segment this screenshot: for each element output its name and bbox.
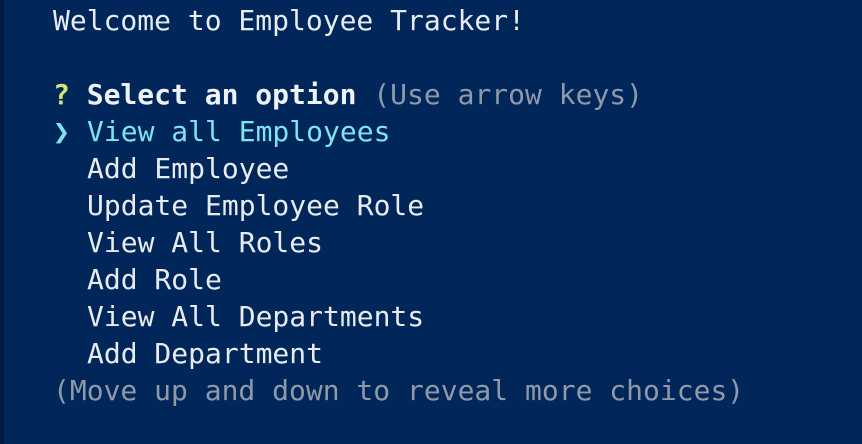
choice-list[interactable]: ❯ View all Employees Add Employee Update …	[53, 113, 862, 372]
choice-view-all-roles[interactable]: View All Roles	[53, 224, 862, 261]
window-edge	[0, 0, 4, 444]
choice-label: View all Employees	[87, 115, 391, 148]
prompt-hint: (Use arrow keys)	[373, 78, 644, 111]
choice-label: Add Employee	[87, 152, 290, 185]
choice-label: View All Departments	[87, 300, 425, 333]
choice-add-department[interactable]: Add Department	[53, 335, 862, 372]
welcome-message: Welcome to Employee Tracker!	[53, 4, 526, 37]
choice-label: Update Employee Role	[87, 189, 425, 222]
choice-update-employee-role[interactable]: Update Employee Role	[53, 187, 862, 224]
choice-label: Add Role	[87, 263, 222, 296]
prompt-line: ? Select an option (Use arrow keys)	[53, 76, 862, 113]
choice-label: Add Department	[87, 337, 324, 370]
choice-add-role[interactable]: Add Role	[53, 261, 862, 298]
pointer-icon: ❯	[53, 115, 70, 148]
more-choices-hint: (Move up and down to reveal more choices…	[53, 374, 745, 407]
choice-view-all-employees[interactable]: ❯ View all Employees	[53, 113, 862, 150]
choice-view-all-departments[interactable]: View All Departments	[53, 298, 862, 335]
prompt-message: Select an option	[86, 78, 357, 111]
terminal-window: Welcome to Employee Tracker! ? Select an…	[0, 0, 862, 444]
choice-label: View All Roles	[87, 226, 324, 259]
question-mark-icon: ?	[53, 78, 70, 111]
choice-add-employee[interactable]: Add Employee	[53, 150, 862, 187]
